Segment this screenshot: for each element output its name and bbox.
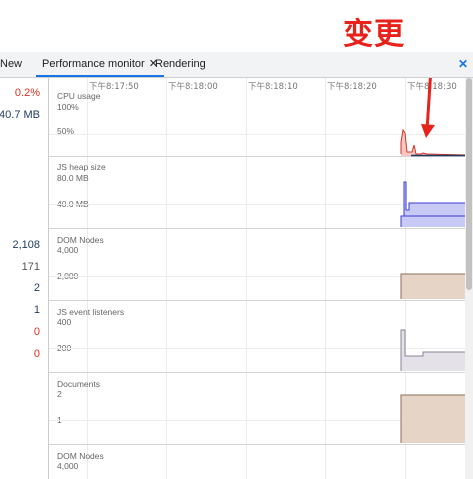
vertical-scrollbar[interactable] [465, 78, 473, 479]
metric-js-heap-size[interactable]: 40.7 MB [0, 109, 40, 121]
tab-performance-monitor[interactable]: Performance monitor ✕ [36, 52, 164, 77]
close-drawer-icon[interactable]: ✕ [458, 52, 468, 76]
metric-documents[interactable]: 2 [34, 282, 40, 294]
dom-nodes-area [401, 274, 465, 299]
cpu-usage-line [400, 128, 465, 156]
metric-dom-nodes[interactable]: 2,108 [12, 239, 40, 251]
documents-area [401, 395, 465, 443]
drawer-tab-bar: New Performance monitor ✕ Rendering ✕ [0, 52, 473, 78]
js-heap-area [401, 182, 465, 227]
metric-js-event-listeners[interactable]: 171 [22, 261, 40, 273]
change-arrow [425, 78, 432, 131]
scrollbar-thumb[interactable] [466, 78, 472, 290]
metric-style-recalcs-per-sec[interactable]: 0 [34, 348, 40, 360]
metric-document-frames[interactable]: 1 [34, 304, 40, 316]
tab-performance-monitor-label: Performance monitor [42, 58, 145, 70]
metric-graphs [400, 78, 465, 443]
tab-new-label: New [0, 58, 23, 70]
tab-rendering[interactable]: Rendering [155, 52, 206, 77]
metric-layouts-per-sec[interactable]: 0 [34, 326, 40, 338]
tab-rendering-label: Rendering [155, 58, 206, 70]
js-listeners-area [401, 330, 465, 371]
change-annotation-label: 变更 [343, 17, 405, 52]
change-arrow-head [421, 124, 435, 138]
performance-chart-area: 下午8:17:50 下午8:18:00 下午8:18:10 下午8:18:20 … [49, 78, 465, 479]
metrics-sidebar: 0.2% 40.7 MB 2,108 171 2 1 0 0 [0, 78, 48, 479]
tab-new[interactable]: New [0, 52, 22, 77]
metric-cpu-usage[interactable]: 0.2% [15, 87, 40, 99]
